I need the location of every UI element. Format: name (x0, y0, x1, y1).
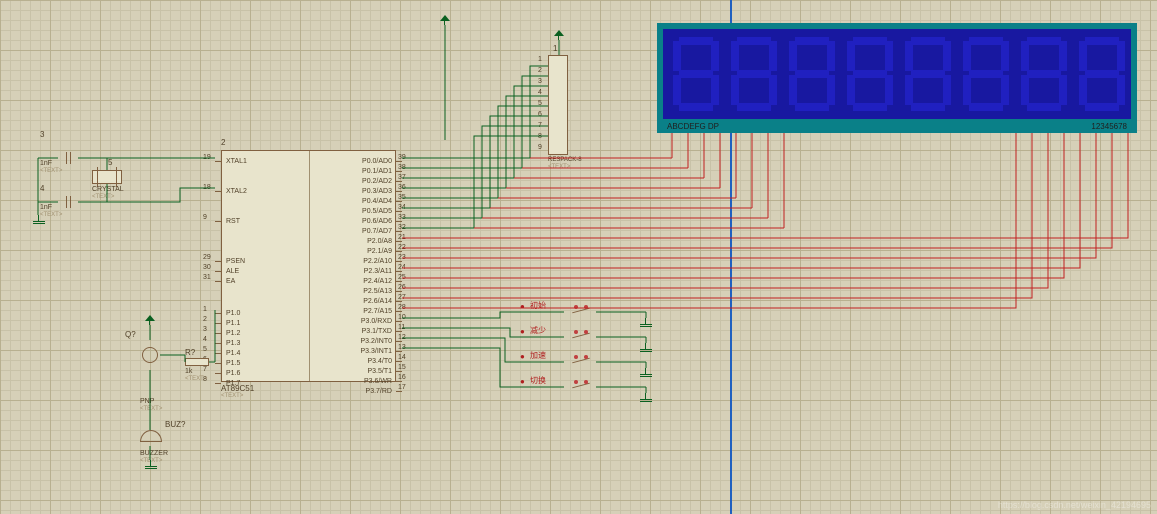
cap3-val: 1nF (40, 160, 52, 167)
button-label: 加速 (530, 350, 546, 361)
transistor-pnp[interactable] (140, 340, 160, 370)
crystal[interactable] (92, 170, 122, 184)
cap4-ref: 4 (40, 184, 44, 193)
ground (640, 368, 652, 378)
trans-part: PNP (140, 398, 154, 405)
res-sub: <TEXT> (185, 376, 207, 382)
trans-ref: Q? (125, 330, 136, 339)
xtal-part: CRYSTAL (92, 186, 124, 193)
button-label: ● (520, 377, 525, 386)
dig-label: 12345678 (1091, 122, 1127, 131)
button-label: ● (520, 327, 525, 336)
push-button[interactable] (566, 308, 596, 316)
respack-ref: 1 (553, 44, 557, 53)
trans-sub: <TEXT> (140, 406, 162, 412)
cap3-ref: 3 (40, 130, 44, 139)
power-vcc (440, 15, 450, 25)
button-label: 初始 (530, 300, 546, 311)
mcu-ref: 2 (221, 138, 225, 147)
buz-part: BUZZER (140, 450, 168, 457)
push-button[interactable] (566, 333, 596, 341)
capacitor-c3[interactable] (58, 152, 78, 164)
button-label: 减少 (530, 325, 546, 336)
power-vcc (145, 315, 155, 325)
cap4-val: 1nF (40, 204, 52, 211)
res-val: 1k (185, 368, 192, 375)
watermark: https://blog.csdn.net/weixin_42194695 (998, 500, 1151, 510)
respack-sub: <TEXT> (548, 164, 570, 170)
resistor-pack[interactable] (548, 55, 568, 155)
ground (640, 343, 652, 353)
res-ref: R? (185, 348, 195, 357)
buz-ref: BUZ? (165, 420, 185, 429)
push-button[interactable] (566, 358, 596, 366)
power-vcc (554, 30, 564, 40)
capacitor-c4[interactable] (58, 196, 78, 208)
button-label: 切换 (530, 375, 546, 386)
mcu-sub: <TEXT> (221, 393, 243, 399)
ground (640, 393, 652, 403)
xtal-ref: 5 (108, 158, 112, 167)
button-label: ● (520, 352, 525, 361)
resistor[interactable] (185, 358, 209, 366)
respack-part: RESPACK-8 (548, 157, 582, 163)
buzzer[interactable] (140, 430, 160, 446)
cap3-sub: <TEXT> (40, 168, 62, 174)
button-label: ● (520, 302, 525, 311)
xtal-sub: <TEXT> (92, 194, 114, 200)
ground (640, 318, 652, 328)
ground (145, 460, 157, 470)
seven-seg-display[interactable]: ABCDEFG DP 12345678 (657, 23, 1137, 133)
ground (33, 215, 45, 225)
seg-label: ABCDEFG DP (667, 122, 719, 131)
push-button[interactable] (566, 383, 596, 391)
